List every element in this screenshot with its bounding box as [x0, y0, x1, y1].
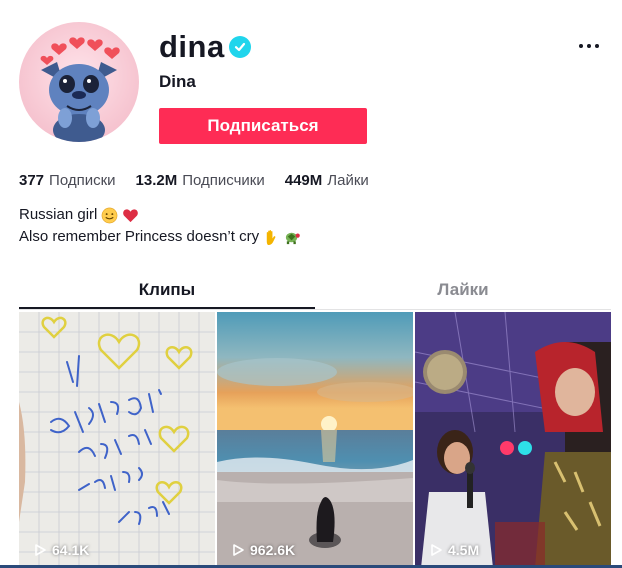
- verified-badge-icon: [229, 36, 251, 58]
- sunset-beach-thumbnail: [217, 312, 413, 568]
- stat-likes-value: 449M: [284, 172, 323, 189]
- stat-followers-value: 13.2M: [135, 172, 178, 189]
- turtle-icon: [285, 232, 300, 244]
- tab-liked[interactable]: Лайки: [315, 272, 611, 309]
- stat-likes: 449M Лайки: [285, 172, 369, 189]
- handwritten-note-thumbnail: [19, 312, 215, 568]
- view-count-value: 962.6K: [250, 542, 296, 558]
- stat-followers-label: Подписчики: [182, 172, 265, 189]
- stat-likes-label: Лайки: [327, 172, 369, 189]
- follow-button[interactable]: Подписаться: [159, 108, 367, 144]
- stat-following-value: 377: [19, 172, 45, 189]
- stat-following[interactable]: 377 Подписки: [19, 172, 116, 189]
- smiling-face-icon: [102, 207, 118, 223]
- view-count: 4.5M: [429, 542, 479, 558]
- view-count-value: 4.5M: [448, 542, 480, 558]
- play-icon: [431, 544, 442, 556]
- tab-videos[interactable]: Клипы: [19, 272, 315, 309]
- username: dina: [159, 29, 225, 64]
- video-tile-2[interactable]: 962.6K: [217, 312, 413, 568]
- bio-text-2: Also remember Princess doesn’t cry: [19, 228, 260, 245]
- view-count: 64.1K: [33, 542, 89, 558]
- play-icon: [35, 544, 46, 556]
- stat-following-label: Подписки: [49, 172, 116, 189]
- avatar[interactable]: [19, 22, 139, 142]
- party-stage-thumbnail: [415, 312, 611, 568]
- bio-text-1: Russian girl: [19, 206, 98, 223]
- profile-tabs: Клипы Лайки: [19, 272, 611, 310]
- bio-line-2: Also remember Princess doesn’t cry: [19, 226, 301, 248]
- view-count-value: 64.1K: [52, 542, 90, 558]
- video-tile-1[interactable]: 64.1K: [19, 312, 215, 568]
- raised-hand-icon: [266, 229, 276, 245]
- stat-followers[interactable]: 13.2M Подписчики: [136, 172, 265, 189]
- video-grid: 64.1K 962.6K 4.5M: [19, 312, 611, 568]
- bio-line-1: Russian girl: [19, 204, 301, 226]
- nickname: Dina: [159, 72, 196, 91]
- red-heart-icon: [123, 208, 139, 222]
- bio: Russian girl Also remember Princess does…: [19, 204, 301, 248]
- view-count: 962.6K: [231, 542, 295, 558]
- profile-stats: 377 Подписки 13.2M Подписчики 449M Лайки: [19, 172, 389, 189]
- video-tile-3[interactable]: 4.5M: [415, 312, 611, 568]
- play-icon: [233, 544, 244, 556]
- stitch-avatar-icon: [40, 37, 120, 142]
- more-dots-icon[interactable]: [576, 36, 602, 56]
